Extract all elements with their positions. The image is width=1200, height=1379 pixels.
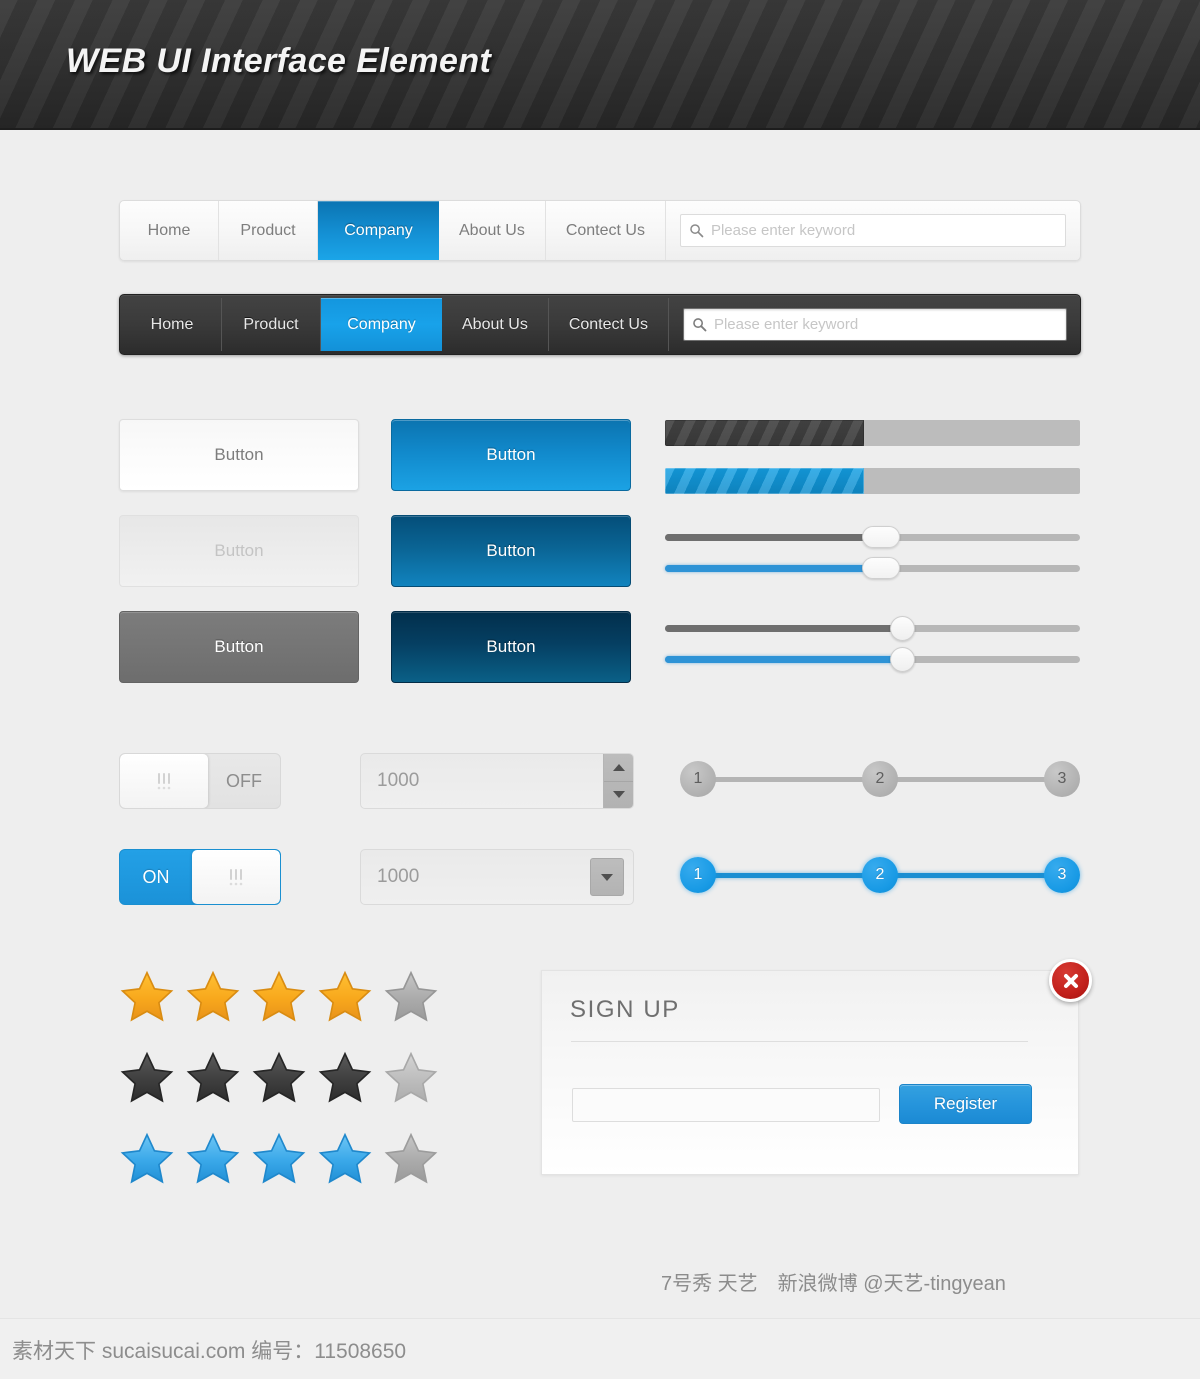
nav-light-item-contect-us[interactable]: Contect Us	[546, 201, 666, 260]
chevron-down-icon	[601, 873, 613, 881]
search-placeholder: Please enter keyword	[713, 316, 859, 333]
signup-email-field[interactable]	[572, 1088, 880, 1122]
star-icon-filled[interactable]	[251, 1050, 307, 1106]
close-button[interactable]	[1049, 959, 1092, 1002]
spinner-buttons	[603, 754, 633, 808]
slider-handle[interactable]	[889, 616, 915, 641]
toggle-switch-off[interactable]: OFF	[119, 753, 281, 809]
slider-fill	[665, 534, 881, 541]
slider-blue-circle[interactable]	[665, 647, 1080, 672]
step-circle-1[interactable]: 1	[680, 857, 716, 893]
star-icon-empty[interactable]	[383, 969, 439, 1025]
step-circle-3[interactable]: 3	[1044, 857, 1080, 893]
slider-fill	[665, 565, 881, 572]
progress-fill	[665, 420, 865, 446]
close-icon	[1063, 973, 1078, 988]
star-icon-filled[interactable]	[185, 1050, 241, 1106]
nav-dark-item-company[interactable]: Company	[321, 298, 442, 351]
footer-credit: 7号秀 天艺 新浪微博 @天艺-tingyean	[661, 1273, 1006, 1295]
step-indicator-gray: 1 2 3	[680, 761, 1080, 797]
progress-bar-blue[interactable]	[665, 468, 1080, 494]
button-white[interactable]: Button	[119, 419, 359, 491]
navbar-dark: Home Product Company About Us Contect Us…	[119, 294, 1081, 355]
search-icon	[690, 224, 704, 238]
divider	[571, 1041, 1028, 1042]
slider-fill	[665, 625, 902, 632]
spinner-increment-button[interactable]	[604, 754, 633, 782]
navbar-light: Home Product Company About Us Contect Us…	[119, 200, 1081, 261]
nav-light-search-wrap: Please enter keyword	[666, 201, 1080, 260]
slider-dark-rect[interactable]	[665, 526, 1080, 548]
slider-fill	[665, 656, 902, 663]
spinner-value[interactable]: 1000	[361, 770, 603, 792]
toggle-label-on: ON	[142, 866, 170, 887]
star-icon-filled[interactable]	[185, 969, 241, 1025]
watermark-text: 素材天下 sucaisucai.com 编号：11508650	[12, 1340, 407, 1363]
toggle-label-off: OFF	[226, 770, 262, 791]
star-icon-empty[interactable]	[383, 1050, 439, 1106]
star-icon-filled[interactable]	[119, 969, 175, 1025]
nav-light-item-company[interactable]: Company	[318, 201, 439, 260]
rating-stars-blue	[119, 1131, 439, 1187]
select-toggle-button[interactable]	[590, 858, 624, 896]
nav-light-item-home[interactable]: Home	[120, 201, 219, 260]
star-icon-filled[interactable]	[317, 1131, 373, 1187]
toggle-switch-on[interactable]: ON	[119, 849, 281, 905]
slider-blue-rect[interactable]	[665, 557, 1080, 579]
star-icon-filled[interactable]	[251, 969, 307, 1025]
step-circle-3[interactable]: 3	[1044, 761, 1080, 797]
select-value: 1000	[377, 866, 420, 887]
nav-dark-item-about-us[interactable]: About Us	[442, 298, 549, 351]
slider-dark-circle[interactable]	[665, 616, 1080, 641]
step-indicator-blue: 1 2 3	[680, 857, 1080, 893]
page-header: WEB UI Interface Element	[0, 0, 1200, 130]
register-button[interactable]: Register	[899, 1084, 1032, 1124]
toggle-handle[interactable]	[192, 850, 280, 904]
signup-title: SIGN UP	[570, 996, 680, 1023]
progress-bar-dark[interactable]	[665, 420, 1080, 446]
triangle-up-icon	[612, 763, 625, 771]
button-disabled: Button	[119, 515, 359, 587]
step-circle-1[interactable]: 1	[680, 761, 716, 797]
nav-light-item-product[interactable]: Product	[219, 201, 318, 260]
star-icon-filled[interactable]	[251, 1131, 307, 1187]
step-circle-2[interactable]: 2	[862, 761, 898, 797]
star-icon-filled[interactable]	[119, 1050, 175, 1106]
number-spinner[interactable]: 1000	[360, 753, 634, 809]
button-gray[interactable]: Button	[119, 611, 359, 683]
nav-dark-item-home[interactable]: Home	[123, 298, 222, 351]
watermark-bar: 素材天下 sucaisucai.com 编号：11508650	[0, 1318, 1200, 1379]
toggle-handle[interactable]	[120, 754, 208, 808]
spinner-decrement-button[interactable]	[604, 782, 633, 809]
rating-stars-dark	[119, 1050, 439, 1106]
slider-handle[interactable]	[861, 526, 900, 548]
signup-panel: SIGN UP Register	[541, 970, 1079, 1175]
select-dropdown[interactable]: 1000	[360, 849, 634, 905]
page-title: WEB UI Interface Element	[66, 42, 492, 80]
star-icon-empty[interactable]	[383, 1131, 439, 1187]
search-placeholder: Please enter keyword	[710, 222, 856, 239]
grip-icon	[157, 773, 171, 790]
button-blue-dark[interactable]: Button	[391, 611, 631, 683]
nav-dark-item-contect-us[interactable]: Contect Us	[549, 298, 669, 351]
star-icon-filled[interactable]	[119, 1131, 175, 1187]
search-input-dark[interactable]: Please enter keyword	[682, 308, 1067, 341]
progress-fill	[665, 468, 865, 494]
grip-icon	[229, 869, 243, 886]
nav-dark-item-product[interactable]: Product	[222, 298, 321, 351]
step-circle-2[interactable]: 2	[862, 857, 898, 893]
search-icon	[693, 318, 707, 332]
triangle-down-icon	[612, 791, 625, 799]
star-icon-filled[interactable]	[185, 1131, 241, 1187]
nav-dark-search-wrap: Please enter keyword	[669, 298, 1077, 351]
button-blue-light[interactable]: Button	[391, 419, 631, 491]
nav-light-item-about-us[interactable]: About Us	[439, 201, 546, 260]
slider-handle[interactable]	[861, 557, 900, 579]
slider-handle[interactable]	[889, 647, 915, 672]
star-icon-filled[interactable]	[317, 969, 373, 1025]
star-icon-filled[interactable]	[317, 1050, 373, 1106]
rating-stars-orange	[119, 969, 439, 1025]
button-blue-medium[interactable]: Button	[391, 515, 631, 587]
search-input[interactable]: Please enter keyword	[679, 214, 1066, 247]
